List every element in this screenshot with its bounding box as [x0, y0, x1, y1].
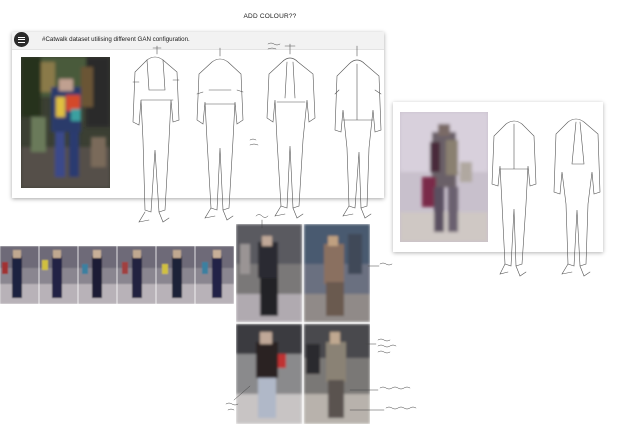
handwritten-annotations: [225, 42, 417, 411]
